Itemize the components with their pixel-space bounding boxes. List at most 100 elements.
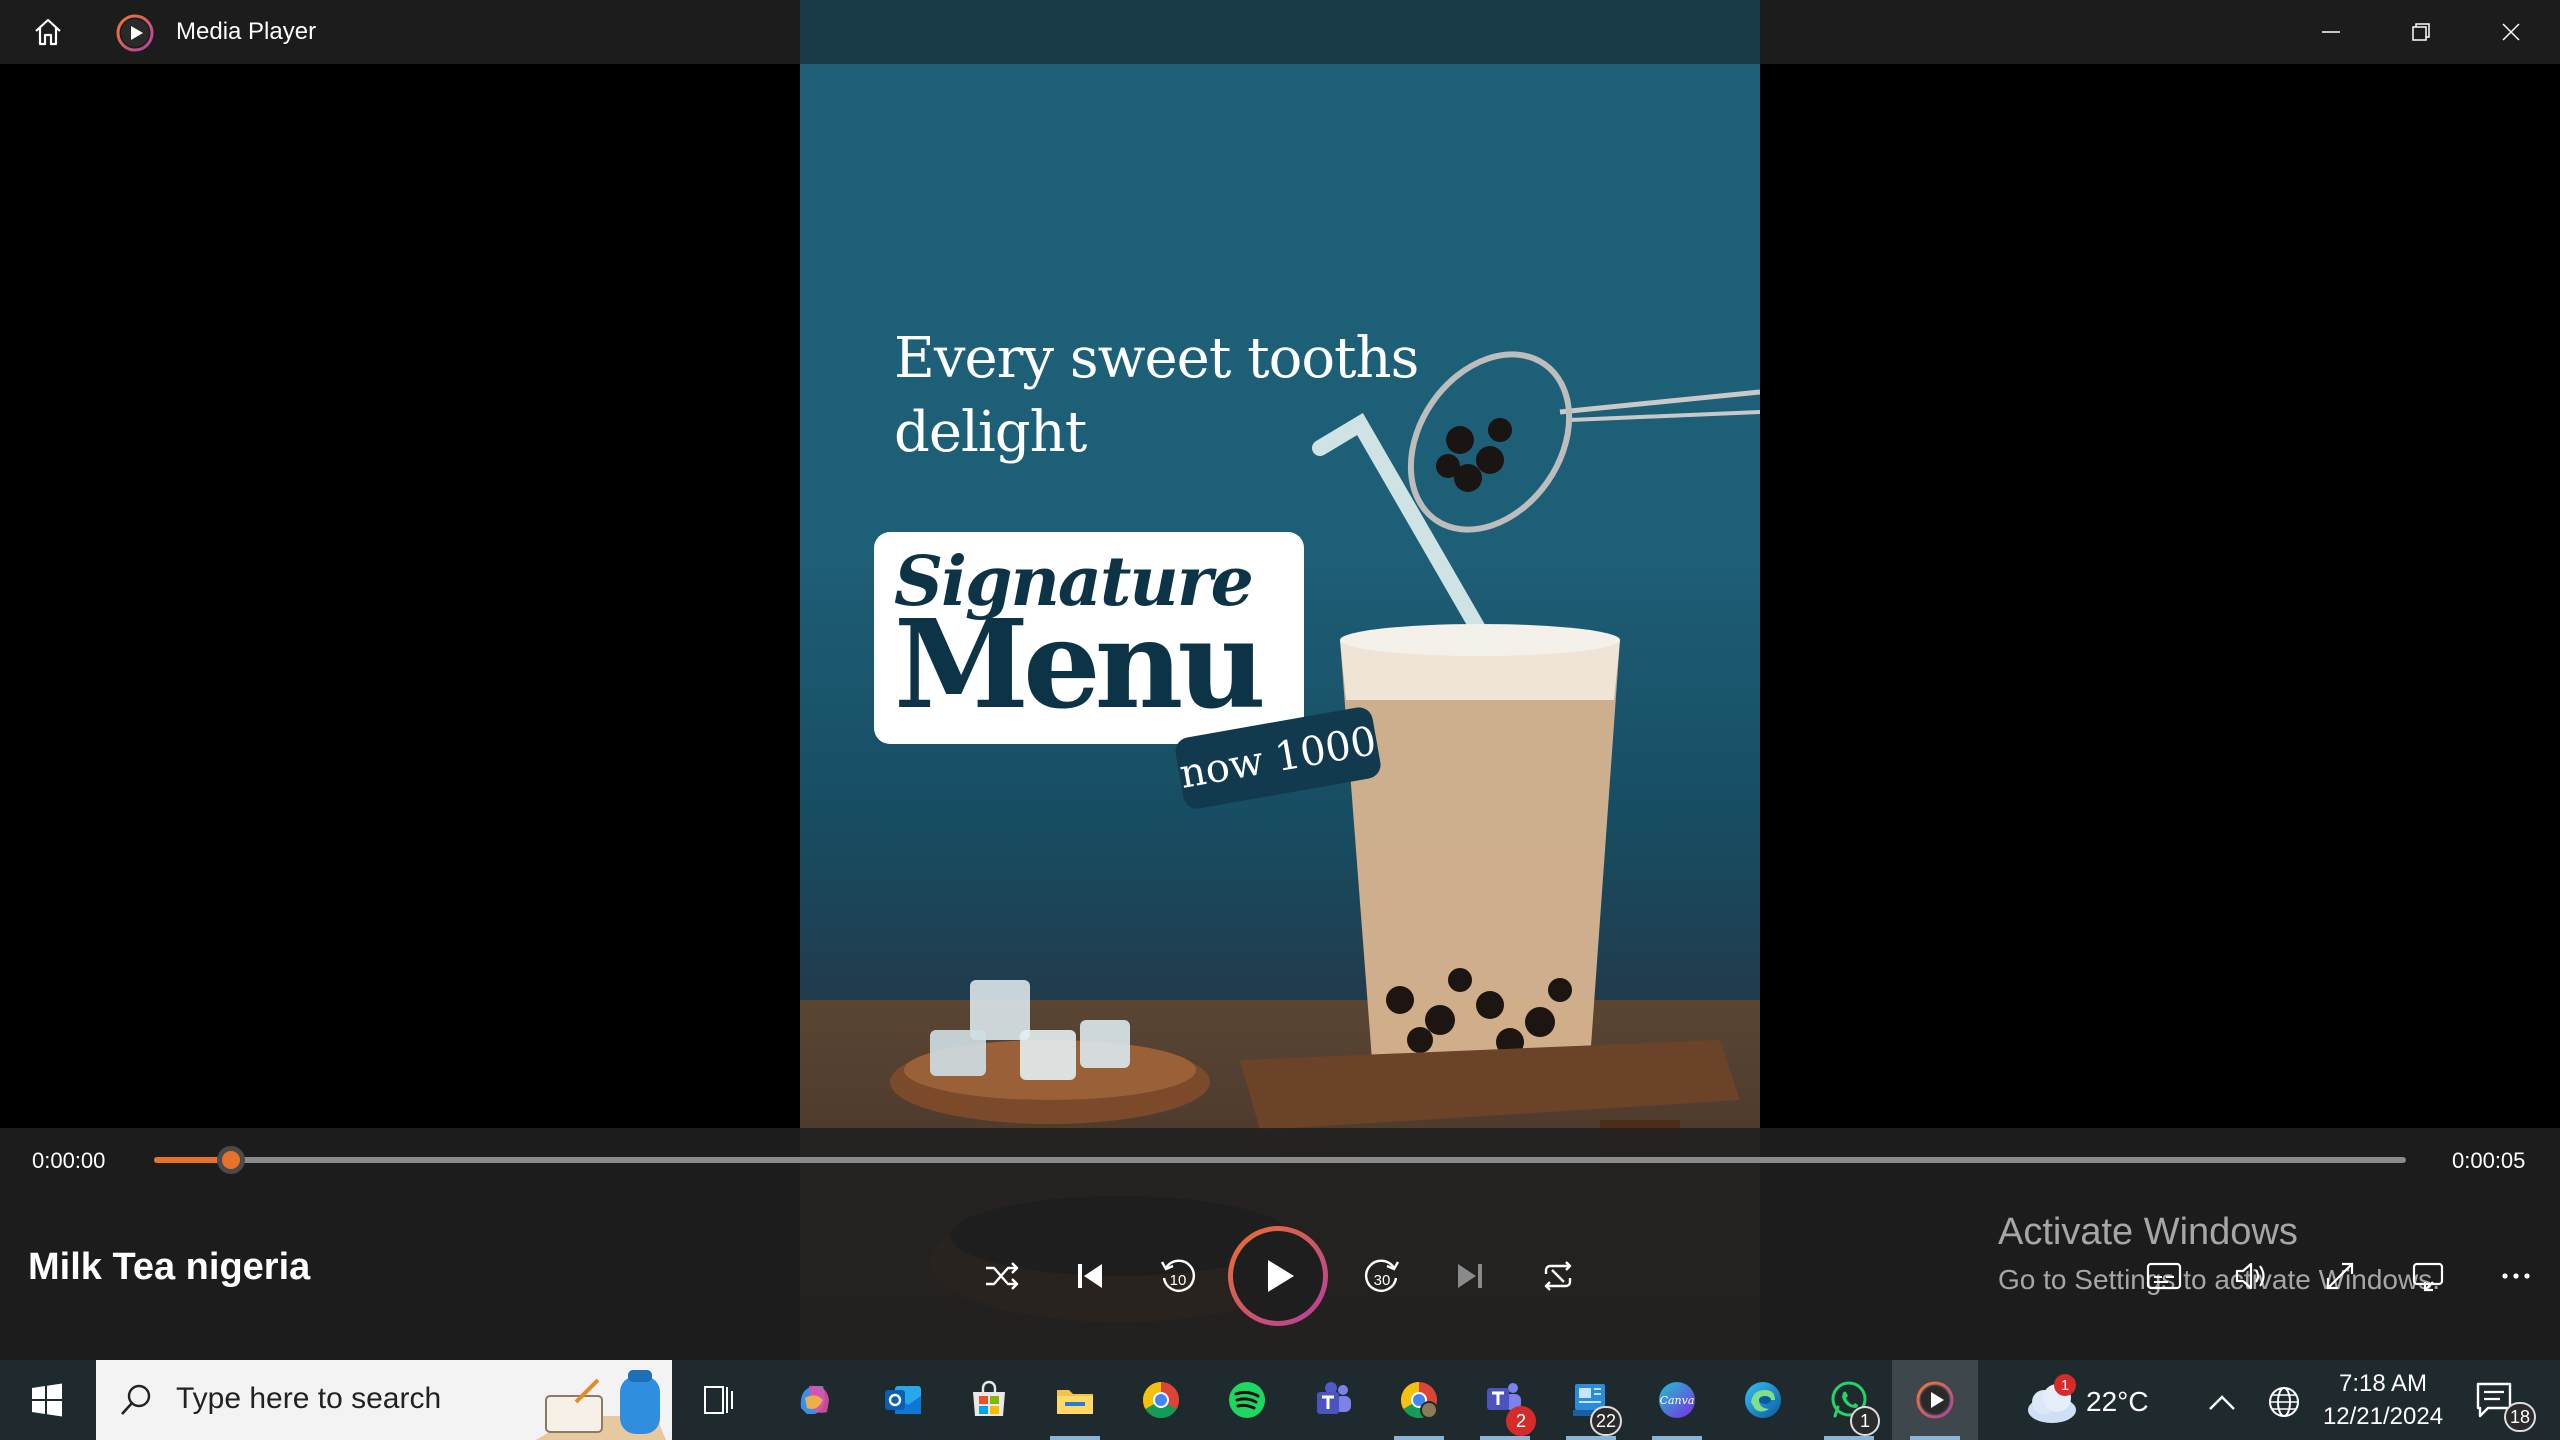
- canva-label: Canva: [1660, 1394, 1695, 1407]
- task-view-icon: [701, 1383, 737, 1417]
- media-player-icon: [116, 14, 154, 52]
- taskbar-app-chrome[interactable]: [1118, 1360, 1204, 1440]
- running-indicator: [1480, 1436, 1530, 1440]
- previous-button[interactable]: [1060, 1246, 1120, 1306]
- teams-icon: [1311, 1378, 1355, 1422]
- captions-button[interactable]: [2138, 1252, 2190, 1300]
- taskbar-app-canva[interactable]: Canva: [1634, 1360, 1720, 1440]
- media-title: Milk Tea nigeria: [28, 1246, 311, 1288]
- minimize-button[interactable]: [2286, 0, 2376, 64]
- taskbar-app-file-explorer[interactable]: [1032, 1360, 1118, 1440]
- chevron-up-icon: [2209, 1395, 2235, 1410]
- play-button-inner: [1233, 1231, 1323, 1321]
- file-explorer-icon: [1053, 1378, 1097, 1422]
- forward-30-icon: 30: [1364, 1259, 1400, 1292]
- activate-title: Activate Windows: [1998, 1211, 2298, 1253]
- notification-count: 18: [2503, 1402, 2536, 1432]
- globe-icon: [2269, 1387, 2299, 1417]
- running-indicator: [1910, 1436, 1960, 1440]
- current-time: 0:00:00: [32, 1148, 106, 1173]
- volume-button[interactable]: [2226, 1252, 2278, 1300]
- taskbar-app-copilot[interactable]: [772, 1360, 858, 1440]
- show-hidden-icons-button[interactable]: [2200, 1380, 2244, 1424]
- running-indicator: [1394, 1436, 1444, 1440]
- edge-icon: [1741, 1378, 1785, 1422]
- system-clock[interactable]: 7:18 AM 12/21/2024: [2318, 1368, 2448, 1434]
- fullscreen-button[interactable]: [2314, 1252, 2366, 1300]
- media-player-icon: [1913, 1378, 1957, 1422]
- forward-30-button[interactable]: 30: [1352, 1246, 1412, 1306]
- next-icon: [1458, 1264, 1482, 1288]
- app-badge: 2: [1506, 1406, 1536, 1436]
- taskbar-app-teams[interactable]: [1290, 1360, 1376, 1440]
- taskbar-app-whatsapp[interactable]: 1: [1806, 1360, 1892, 1440]
- card-bold-text: Menu: [894, 592, 1266, 736]
- repeat-button[interactable]: [1528, 1246, 1588, 1306]
- weather-alert-badge: 1: [2054, 1374, 2076, 1396]
- close-button[interactable]: [2466, 0, 2556, 64]
- window-title: Media Player: [176, 18, 317, 45]
- play-button[interactable]: [1228, 1226, 1328, 1326]
- weather-widget[interactable]: 1 22°C: [2024, 1374, 2184, 1426]
- chrome-profile-icon: [1397, 1378, 1441, 1422]
- temperature: 22°C: [2086, 1386, 2149, 1417]
- restore-icon: [2412, 23, 2430, 41]
- home-icon: [35, 18, 61, 46]
- next-button[interactable]: [1440, 1246, 1500, 1306]
- video-headline: Every sweet tooths delight: [894, 322, 1419, 470]
- activate-windows-watermark: Activate Windows Go to Settings to activ…: [1998, 1208, 2440, 1300]
- signature-menu-card: Signature Menu: [874, 532, 1304, 744]
- volume-icon: [2235, 1262, 2265, 1290]
- close-icon: [2502, 23, 2520, 41]
- home-button[interactable]: [24, 14, 72, 50]
- copilot-icon: [793, 1378, 837, 1422]
- shuffle-icon: [986, 1262, 1019, 1290]
- notifications-button[interactable]: 18: [2470, 1374, 2536, 1432]
- spotify-icon: [1225, 1378, 1269, 1422]
- clock-date: 12/21/2024: [2322, 1403, 2444, 1430]
- canva-icon: Canva: [1655, 1378, 1699, 1422]
- rewind-10-icon: 10: [1160, 1259, 1196, 1292]
- seek-bar[interactable]: [154, 1146, 2406, 1174]
- seek-thumb[interactable]: [216, 1146, 245, 1174]
- forward-30-label: 30: [1374, 1272, 1391, 1289]
- miniplayer-button[interactable]: [2402, 1252, 2454, 1300]
- taskbar-app-news[interactable]: 22: [1548, 1360, 1634, 1440]
- taskbar-app-teams-classic[interactable]: 2: [1462, 1360, 1548, 1440]
- running-indicator: [1566, 1436, 1616, 1440]
- previous-icon: [1078, 1264, 1102, 1288]
- taskbar-app-edge[interactable]: [1720, 1360, 1806, 1440]
- more-options-button[interactable]: [2490, 1252, 2542, 1300]
- running-indicator: [1050, 1436, 1100, 1440]
- app-badge: 22: [1589, 1406, 1622, 1436]
- rewind-10-label: 10: [1170, 1272, 1187, 1289]
- miniplayer-icon: [2412, 1262, 2444, 1292]
- outlook-icon: [881, 1378, 925, 1422]
- taskbar-app-microsoft-store[interactable]: [946, 1360, 1032, 1440]
- taskbar-app-chrome-profile[interactable]: [1376, 1360, 1462, 1440]
- minimize-icon: [2322, 31, 2340, 33]
- shuffle-button[interactable]: [972, 1246, 1032, 1306]
- running-indicator: [1824, 1436, 1874, 1440]
- taskbar-app-media-player[interactable]: [1892, 1360, 1978, 1440]
- network-button[interactable]: [2262, 1380, 2306, 1424]
- app-badge: 1: [1850, 1406, 1880, 1436]
- rewind-10-button[interactable]: 10: [1148, 1246, 1208, 1306]
- restore-button[interactable]: [2376, 0, 2466, 64]
- clock-time: 7:18 AM: [2338, 1370, 2428, 1397]
- captions-icon: [2146, 1262, 2182, 1290]
- taskbar-search[interactable]: Type here to search: [96, 1360, 672, 1440]
- taskbar-app-task-view[interactable]: [676, 1360, 762, 1440]
- start-button[interactable]: [20, 1376, 74, 1424]
- search-highlight-illustration-icon: [536, 1370, 666, 1440]
- chrome-icon: [1139, 1378, 1183, 1422]
- microsoft-store-icon: [967, 1378, 1011, 1422]
- headline-line-2: delight: [894, 400, 1087, 465]
- search-placeholder: Type here to search: [176, 1382, 442, 1415]
- fullscreen-icon: [2326, 1262, 2354, 1290]
- search-icon: [121, 1384, 151, 1415]
- taskbar-app-outlook[interactable]: [860, 1360, 946, 1440]
- total-time: 0:00:05: [2452, 1148, 2526, 1173]
- taskbar-app-spotify[interactable]: [1204, 1360, 1290, 1440]
- more-icon: [2502, 1273, 2530, 1279]
